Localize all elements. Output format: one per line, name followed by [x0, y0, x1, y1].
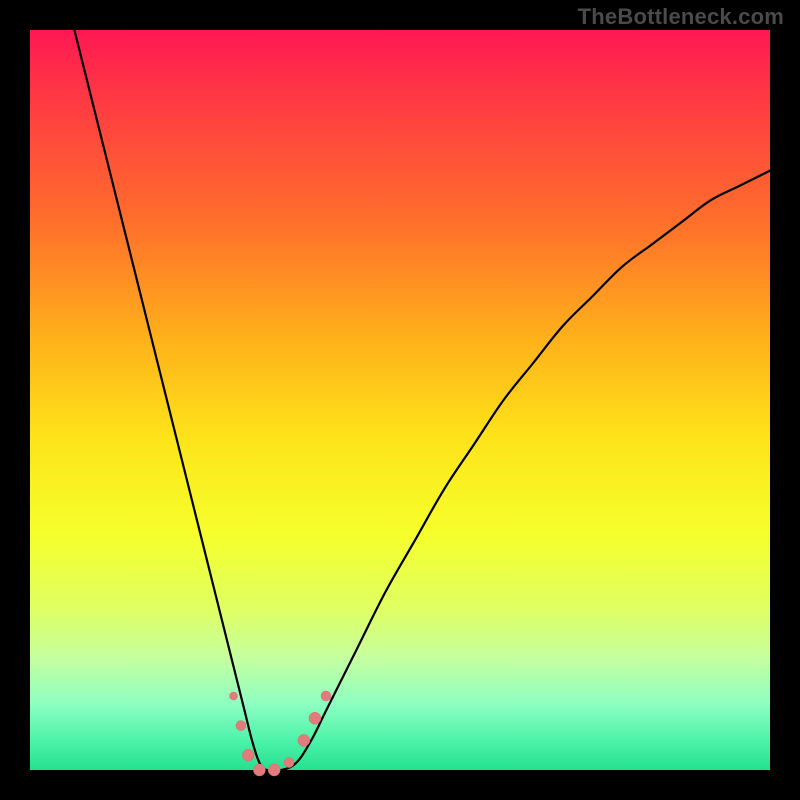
curve-marker	[253, 764, 265, 776]
bottleneck-curve	[74, 30, 770, 771]
curve-marker	[298, 734, 310, 746]
chart-frame: TheBottleneck.com	[0, 0, 800, 800]
watermark-text: TheBottleneck.com	[578, 4, 784, 30]
curve-marker	[242, 749, 254, 761]
curve-marker	[284, 758, 294, 768]
plot-area	[30, 30, 770, 770]
curve-marker	[236, 721, 246, 731]
plot-svg	[30, 30, 770, 770]
curve-marker	[268, 764, 280, 776]
curve-marker	[321, 691, 331, 701]
curve-marker	[230, 692, 238, 700]
curve-marker	[309, 712, 321, 724]
